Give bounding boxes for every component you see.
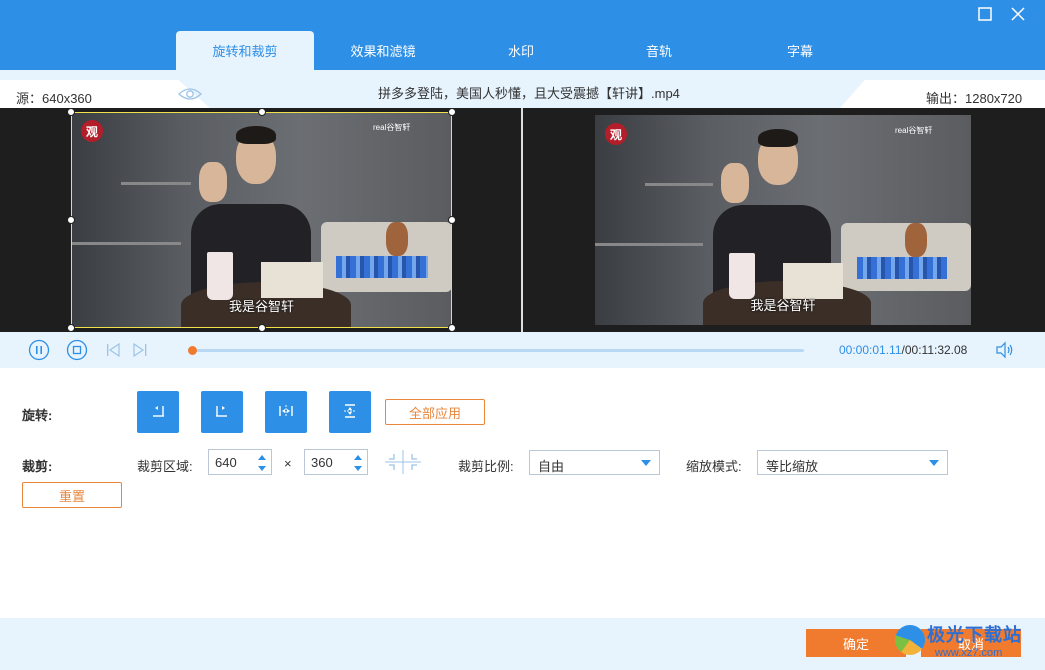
file-name: 拼多多登陆，美国人秒懂，且大受震撼【轩讲】.mp4 [378,86,680,101]
crop-handle[interactable] [448,216,456,224]
crop-width-value: 640 [215,455,237,470]
center-crop-icon[interactable] [384,447,422,480]
progress-handle[interactable] [188,346,197,355]
eye-icon[interactable] [178,86,202,105]
stepper-arrows-icon[interactable] [257,453,267,473]
site-logo-icon [895,625,925,655]
rotate-right-button[interactable] [201,391,243,433]
zoom-mode-select[interactable]: 等比缩放 [757,450,948,475]
zoom-mode-label: 缩放模式: [686,459,742,474]
total-time: /00:11:32.08 [901,343,968,357]
rotate-left-icon [149,402,167,423]
rotate-left-button[interactable] [137,391,179,433]
stop-icon[interactable] [66,339,88,361]
rotate-label: 旋转: [22,408,53,423]
pause-icon[interactable] [28,339,50,361]
output-resolution: 输出：1280x720 [926,91,1023,106]
site-name: 极光下载站 [927,625,1022,645]
crop-ratio-value: 自由 [538,459,565,474]
maximize-icon[interactable] [973,4,997,24]
volume-icon[interactable] [994,339,1016,361]
output-video-frame: 观 real谷智轩 我是谷智轩 [595,115,971,325]
flip-vertical-icon [341,402,359,423]
crop-height-value: 360 [311,455,333,470]
tab-subtitles[interactable]: 字幕 [731,31,869,70]
video-watermark: real谷智轩 [895,126,933,135]
crop-handle[interactable] [448,324,456,332]
title-bar: 旋转和裁剪 效果和滤镜 水印 音轨 字幕 [0,0,1045,70]
crop-width-input[interactable]: 640 [208,449,272,475]
next-frame-icon[interactable] [130,339,152,361]
tab-rotate-crop[interactable]: 旋转和裁剪 [176,31,314,70]
crop-handle[interactable] [67,324,75,332]
preview-area: 观 real谷智轩 我是谷智轩 观 real谷智轩 我是谷智轩 [0,108,1045,332]
rotate-right-icon [213,402,231,423]
flip-horizontal-button[interactable] [265,391,307,433]
crop-ratio-select[interactable]: 自由 [529,450,660,475]
chevron-down-icon [929,460,939,466]
crop-handle[interactable] [258,108,266,116]
zoom-mode-value: 等比缩放 [766,459,819,474]
crop-label: 裁剪: [22,459,53,474]
crop-handle[interactable] [67,108,75,116]
crop-ratio-label: 裁剪比例: [458,459,514,474]
site-url: www.xz7.com [935,647,1003,659]
tab-audio-track[interactable]: 音轨 [590,31,728,70]
close-icon[interactable] [1006,4,1030,24]
crop-selection[interactable] [67,108,456,332]
tab-effects-filters[interactable]: 效果和滤镜 [314,31,452,70]
source-resolution: 源：640x360 [16,91,92,106]
crop-handle[interactable] [448,108,456,116]
video-subtitle: 我是谷智轩 [750,298,816,313]
current-time: 00:00:01.11 [839,343,902,357]
playback-controls: 00:00:01.11/00:11:32.08 [0,332,1045,368]
footer-bar: 确定 取消 极光下载站 www.xz7.com [0,618,1045,670]
crop-area-label: 裁剪区域: [137,459,193,474]
progress-bar[interactable] [188,346,804,355]
times-symbol: × [284,456,292,471]
crop-handle[interactable] [67,216,75,224]
confirm-button[interactable]: 确定 [806,629,906,657]
previous-frame-icon[interactable] [103,339,125,361]
time-display: 00:00:01.11/00:11:32.08 [839,343,967,357]
reset-button[interactable]: 重置 [22,482,122,508]
apply-all-button[interactable]: 全部应用 [385,399,485,425]
crop-height-input[interactable]: 360 [304,449,368,475]
info-bar: 源：640x360 拼多多登陆，美国人秒懂，且大受震撼【轩讲】.mp4 输出：1… [0,70,1045,108]
stepper-arrows-icon[interactable] [353,453,363,473]
chevron-down-icon [641,460,651,466]
flip-horizontal-icon [277,402,295,423]
crop-handle[interactable] [258,324,266,332]
flip-vertical-button[interactable] [329,391,371,433]
tab-watermark[interactable]: 水印 [452,31,590,70]
channel-logo: 观 [605,123,627,145]
